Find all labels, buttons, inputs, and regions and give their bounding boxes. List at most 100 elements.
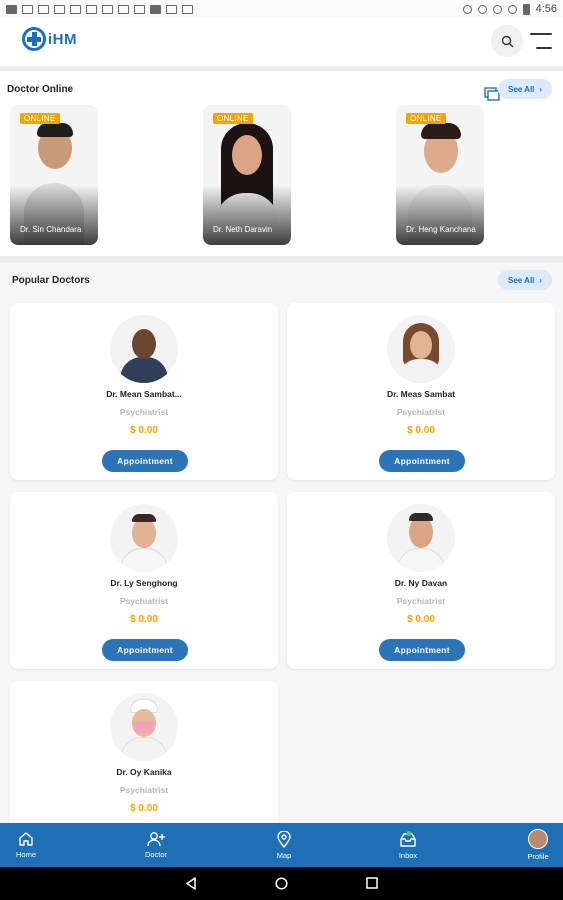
nav-label: Inbox <box>398 850 418 860</box>
doctor-avatar <box>110 693 178 761</box>
doctor-specialty: Psychiatrist <box>119 596 169 606</box>
nav-doctor[interactable]: Doctor <box>136 823 176 867</box>
doctor-price: $ 0.00 <box>130 803 158 814</box>
app-icon <box>150 4 161 14</box>
do-not-disturb-icon <box>477 4 487 14</box>
gmail-icon <box>86 4 97 14</box>
online-badge: ONLINE <box>406 113 446 124</box>
online-doctor-card[interactable]: ONLINE Dr. Heng Kanchana <box>396 105 484 245</box>
gmail-icon <box>22 4 33 14</box>
card-gradient <box>396 185 484 245</box>
nav-inbox[interactable]: Inbox <box>390 823 426 867</box>
card-gradient <box>10 185 98 245</box>
popular-doctors-see-all-button[interactable]: See All › <box>498 270 553 290</box>
avatar <box>528 829 548 849</box>
add-user-icon <box>147 832 165 847</box>
status-bar: 4:56 <box>0 0 563 18</box>
battery-icon <box>522 3 530 15</box>
nav-map[interactable]: Map <box>266 823 302 867</box>
gmail-icon <box>38 4 49 14</box>
doctor-specialty: Psychiatrist <box>396 407 446 417</box>
doctor-name: Dr. Ly Senghong <box>110 578 178 588</box>
doctor-photo-head <box>232 135 262 175</box>
doctor-name: Dr. Ny Davan <box>394 578 448 588</box>
recents-icon[interactable] <box>366 877 378 889</box>
doctor-online-see-all-button[interactable]: See All › <box>498 79 553 99</box>
logo-text: iHM <box>48 30 77 48</box>
bottom-navigation: Home Doctor Map Inbox Profile <box>0 823 563 867</box>
popular-doctors-section: Popular Doctors See All › Dr. Mean Samba… <box>0 263 563 858</box>
gmail-icon <box>70 4 81 14</box>
doctor-price: $ 0.00 <box>407 425 435 436</box>
home-circle-icon[interactable] <box>275 877 288 890</box>
doctor-online-section: Doctor Online See All › ONLINE Dr. Sin C… <box>0 71 563 256</box>
card-gradient <box>203 185 291 245</box>
appointment-button[interactable]: Appointment <box>102 639 188 661</box>
shield-icon <box>182 4 193 14</box>
doctor-avatar <box>387 504 455 572</box>
notification-icon <box>6 4 17 14</box>
photo-icon <box>134 4 145 14</box>
doctor-price: $ 0.00 <box>130 614 158 625</box>
app-logo[interactable]: iHM <box>22 27 77 51</box>
online-doctor-name: Dr. Heng Kanchana <box>406 225 476 234</box>
nav-label: Home <box>15 850 36 859</box>
nav-label: Map <box>276 850 292 860</box>
menu-line <box>536 47 552 49</box>
popular-doctors-title: Popular Doctors <box>12 275 90 286</box>
location-icon <box>166 4 177 14</box>
doctor-name: Dr. Meas Sambat <box>386 389 456 399</box>
doctor-avatar <box>110 315 178 383</box>
clock: 4:56 <box>535 3 557 15</box>
app-bar: iHM <box>0 18 563 66</box>
menu-line <box>530 33 552 35</box>
doctor-name: Dr. Oy Kanika <box>116 767 172 777</box>
doctor-specialty: Psychiatrist <box>119 407 169 417</box>
search-icon <box>501 35 513 47</box>
doctor-card[interactable]: Dr. Ly Senghong Psychiatrist $ 0.00 Appo… <box>10 492 278 669</box>
bluetooth-icon <box>462 4 472 14</box>
medical-cross-icon <box>22 27 46 51</box>
online-badge: ONLINE <box>20 113 60 124</box>
search-button[interactable] <box>491 25 523 57</box>
online-doctor-name: Dr. Neth Daravin <box>213 225 273 234</box>
gmail-icon <box>54 4 65 14</box>
appointment-button[interactable]: Appointment <box>102 450 188 472</box>
online-badge: ONLINE <box>213 113 253 124</box>
doctor-name: Dr. Mean Sambat... <box>106 389 182 399</box>
nav-profile[interactable]: Profile <box>520 823 556 867</box>
telegram-icon <box>102 4 113 14</box>
doctor-online-title: Doctor Online <box>7 84 74 95</box>
doctor-specialty: Psychiatrist <box>119 785 169 795</box>
map-pin-icon <box>277 830 291 848</box>
appointment-button[interactable]: Appointment <box>379 639 465 661</box>
location-icon <box>118 4 129 14</box>
nav-label: Doctor <box>144 850 168 859</box>
see-all-label: See All <box>508 84 535 94</box>
appointment-button[interactable]: Appointment <box>379 450 465 472</box>
doctor-avatar <box>110 504 178 572</box>
notification-icons <box>6 4 193 14</box>
doctor-card[interactable]: Dr. Ny Davan Psychiatrist $ 0.00 Appoint… <box>287 492 555 669</box>
nav-home[interactable]: Home <box>8 823 44 867</box>
online-doctor-card[interactable]: ONLINE Dr. Sin Chandara <box>10 105 98 245</box>
doctor-photo-hair <box>421 123 461 139</box>
online-doctor-card[interactable]: ONLINE Dr. Neth Daravin <box>203 105 291 245</box>
back-icon[interactable] <box>185 877 197 890</box>
doctor-card[interactable]: Dr. Mean Sambat... Psychiatrist $ 0.00 A… <box>10 303 278 480</box>
no-sim-icon <box>507 4 517 14</box>
doctor-card[interactable]: Dr. Meas Sambat Psychiatrist $ 0.00 Appo… <box>287 303 555 480</box>
doctor-specialty: Psychiatrist <box>396 596 446 606</box>
doctor-price: $ 0.00 <box>407 614 435 625</box>
chevron-right-icon: › <box>539 275 543 285</box>
menu-button[interactable] <box>530 33 552 49</box>
nav-label: Profile <box>527 852 549 861</box>
doctor-avatar <box>387 315 455 383</box>
home-icon <box>19 832 33 846</box>
see-all-label: See All <box>508 275 535 285</box>
system-navigation-bar <box>0 867 563 900</box>
chevron-right-icon: › <box>539 84 543 94</box>
online-doctor-name: Dr. Sin Chandara <box>20 225 82 234</box>
inbox-icon <box>400 830 416 847</box>
doctor-photo-hair <box>37 123 73 137</box>
